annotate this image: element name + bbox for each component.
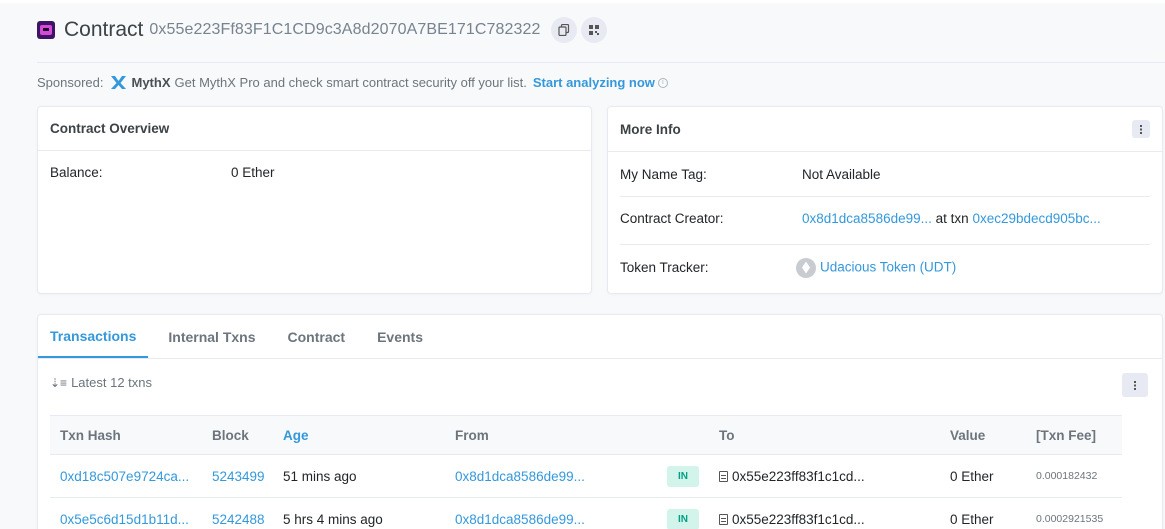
creator-txn-link[interactable]: 0xec29bdecd905bc... <box>972 211 1100 226</box>
contract-creator-value: 0x8d1dca8586de99... at txn 0xec29bdecd90… <box>802 211 1101 226</box>
col-header-value: Value <box>950 427 986 443</box>
direction-badge: IN <box>667 508 699 529</box>
from-address-link[interactable]: 0x8d1dca8586de99... <box>455 469 585 484</box>
page-header: Contract 0x55e223Ff83F1C1CD9c3A8d2070A7B… <box>37 15 611 45</box>
sponsored-prefix: Sponsored: <box>37 75 104 90</box>
block-link[interactable]: 5242488 <box>212 512 265 527</box>
qr-code-button[interactable] <box>580 17 607 43</box>
tab-contract[interactable]: Contract <box>276 315 358 358</box>
token-logo-icon <box>796 257 816 278</box>
table-row: 0xd18c507e9724ca... 5243499 51 mins ago … <box>50 455 1122 498</box>
col-header-to: To <box>719 427 735 443</box>
contract-overview-card: Contract Overview Balance: 0 Ether <box>37 106 592 294</box>
creator-at-txn-text: at txn <box>935 211 969 226</box>
tab-bar: Transactions Internal Txns Contract Even… <box>38 315 1162 359</box>
to-address: 0x55e223ff83f1c1cd... <box>719 512 865 527</box>
copy-address-button[interactable] <box>550 17 577 43</box>
more-info-card: More Info My Name Tag: Not Available Con… <box>607 106 1163 294</box>
contract-logo-icon <box>37 21 55 39</box>
row-divider <box>620 196 1150 197</box>
contract-overview-title: Contract Overview <box>50 121 170 136</box>
txn-value: 0 Ether <box>950 511 994 527</box>
balance-label: Balance: <box>50 165 103 180</box>
sponsored-banner: Sponsored: MythX Get MythX Pro and check… <box>37 75 668 90</box>
to-address-text: 0x55e223ff83f1c1cd... <box>732 468 865 484</box>
contract-doc-icon <box>719 470 728 482</box>
more-info-title: More Info <box>620 121 681 137</box>
header-divider <box>37 62 1165 63</box>
name-tag-value: Not Available <box>802 167 881 182</box>
info-icon[interactable]: i <box>657 77 668 88</box>
txn-value: 0 Ether <box>950 468 994 484</box>
tab-transactions[interactable]: Transactions <box>38 315 149 358</box>
token-tracker-row: Token Tracker: Udacious Token (UDT) <box>620 257 1150 278</box>
start-analyzing-link[interactable]: Start analyzing now <box>533 75 655 90</box>
direction-badge: IN <box>667 465 699 487</box>
token-tracker-link[interactable]: Udacious Token (UDT) <box>820 259 956 274</box>
page-title: Contract <box>64 18 144 41</box>
col-header-from: From <box>455 427 489 443</box>
to-address-text: 0x55e223ff83f1c1cd... <box>732 511 865 527</box>
txn-age: 5 hrs 4 mins ago <box>283 511 383 527</box>
to-address: 0x55e223ff83f1c1cd... <box>719 469 865 484</box>
txn-fee: 0.0002921535 <box>1036 513 1104 525</box>
transactions-table: Txn Hash Block Age From To Value [Txn Fe… <box>50 415 1122 529</box>
transactions-menu-button[interactable] <box>1122 373 1148 397</box>
txn-age: 51 mins ago <box>283 468 357 484</box>
copy-icon <box>557 24 569 36</box>
creator-address-link[interactable]: 0x8d1dca8586de99... <box>802 211 932 226</box>
more-options-icon <box>1134 380 1136 390</box>
tab-events[interactable]: Events <box>365 315 435 358</box>
more-options-icon <box>1140 124 1142 134</box>
balance-value: 0 Ether <box>231 165 275 180</box>
mythx-logo-icon <box>110 75 127 90</box>
qr-code-icon <box>588 25 599 35</box>
txn-fee: 0.000182432 <box>1036 470 1098 482</box>
block-link[interactable]: 5243499 <box>212 469 265 484</box>
col-header-txn-fee[interactable]: [Txn Fee] <box>1036 428 1096 443</box>
sponsor-brand[interactable]: MythX <box>132 75 171 90</box>
balance-row: Balance: 0 Ether <box>50 165 579 180</box>
col-header-age[interactable]: Age <box>283 428 309 443</box>
transactions-card: Transactions Internal Txns Contract Even… <box>37 314 1163 529</box>
txn-hash-link[interactable]: 0x5e5c6d15d1b11d... <box>60 512 189 527</box>
row-divider <box>620 244 1150 245</box>
sponsored-text: Get MythX Pro and check smart contract s… <box>174 75 527 90</box>
sort-desc-icon: ⇣≡ <box>50 375 68 390</box>
col-header-block: Block <box>212 427 249 443</box>
more-info-header: More Info <box>608 107 1162 152</box>
table-header-row: Txn Hash Block Age From To Value [Txn Fe… <box>50 415 1122 455</box>
contract-creator-row: Contract Creator: 0x8d1dca8586de99... at… <box>620 211 1150 226</box>
contract-address: 0x55e223Ff83F1C1CD9c3A8d2070A7BE171C7823… <box>149 21 541 38</box>
contract-overview-header: Contract Overview <box>38 107 591 151</box>
from-address-link[interactable]: 0x8d1dca8586de99... <box>455 512 585 527</box>
contract-creator-label: Contract Creator: <box>620 211 724 226</box>
token-tracker-value: Udacious Token (UDT) <box>796 257 956 278</box>
contract-doc-icon <box>719 513 728 525</box>
txn-count: ⇣≡ Latest 12 txns <box>50 375 152 390</box>
name-tag-label: My Name Tag: <box>620 167 707 182</box>
tab-internal-txns[interactable]: Internal Txns <box>156 315 267 358</box>
name-tag-row: My Name Tag: Not Available <box>620 167 1150 182</box>
txn-count-text: Latest 12 txns <box>71 375 153 390</box>
more-info-menu-button[interactable] <box>1132 120 1150 138</box>
token-tracker-label: Token Tracker: <box>620 260 709 275</box>
table-row: 0x5e5c6d15d1b11d... 5242488 5 hrs 4 mins… <box>50 498 1122 529</box>
txn-hash-link[interactable]: 0xd18c507e9724ca... <box>60 469 189 484</box>
col-header-txn-hash: Txn Hash <box>60 427 121 443</box>
